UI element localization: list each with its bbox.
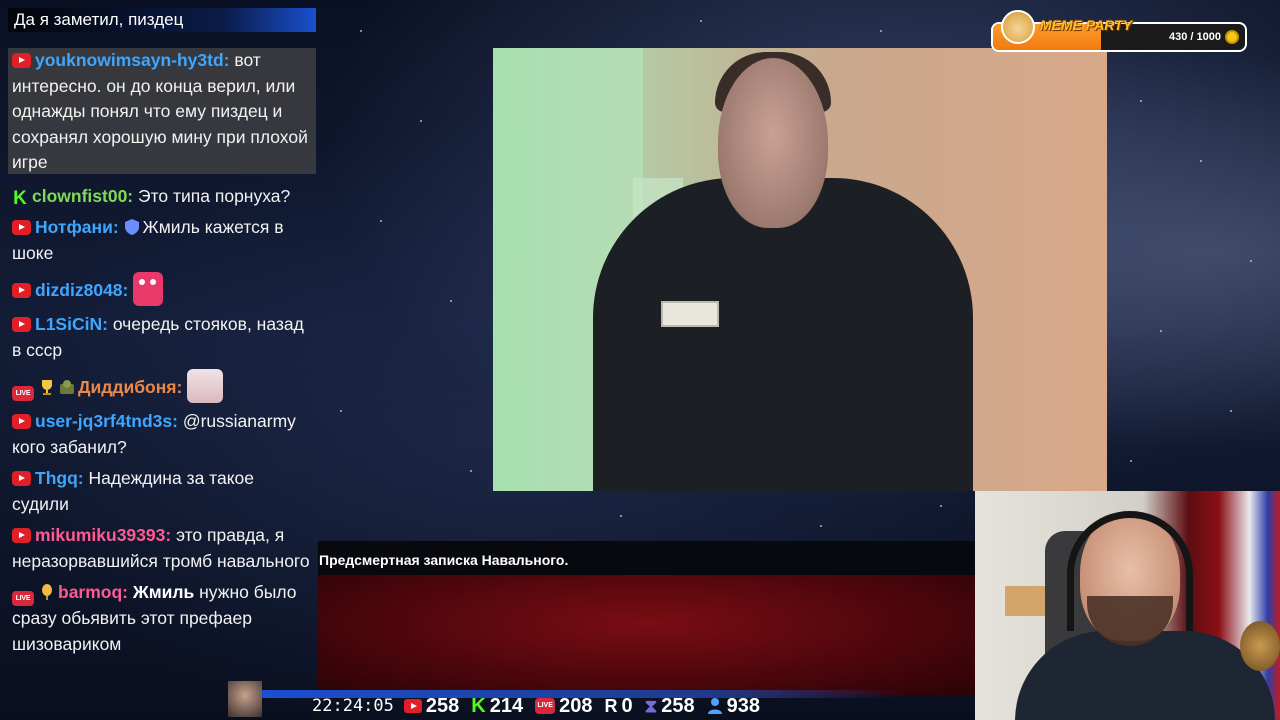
meme-party-progress: 430 / 1000 [1169, 31, 1221, 43]
youtube-icon [12, 528, 31, 543]
vklive-viewers: LIVE 208 [535, 695, 592, 718]
coin-icon [1225, 30, 1239, 44]
rutube-viewers: R0 [604, 695, 632, 718]
chat-username: Нотфани: [35, 217, 119, 237]
chat-message: L1SiCiN: очередь стояков, назад в ссср [12, 312, 316, 363]
twitch-icon: ⧗ [644, 695, 658, 716]
chat-message: LIVE barmoq: Жмиль нужно было сразу обьяв… [12, 580, 316, 657]
youtube-icon [12, 471, 31, 486]
twitch-viewers: ⧗ 258 [645, 695, 695, 718]
chat-mention: Жмиль [132, 582, 195, 602]
soldier-icon [60, 380, 74, 394]
youtube-icon [12, 414, 31, 429]
chat-username: barmoq: [58, 582, 128, 602]
person-icon [707, 698, 722, 714]
rutube-viewer-count: 0 [621, 694, 633, 717]
chat-text: Это типа порнуха? [138, 185, 291, 206]
chat-panel: Да я заметил, пиздец youknowimsayn-hy3td… [8, 8, 318, 720]
main-video-frame [493, 48, 1107, 491]
chat-top-message: Да я заметил, пиздец [8, 8, 316, 32]
total-viewer-count: 938 [726, 694, 760, 717]
kick-icon: K [13, 187, 27, 209]
youtube-icon [12, 53, 31, 68]
rutube-icon: R [604, 695, 618, 716]
vklive-viewer-count: 208 [559, 694, 593, 717]
video-person-head [718, 58, 828, 228]
red-decor-band [318, 575, 978, 695]
doge-icon [1001, 10, 1035, 44]
chat-username: user-jq3rf4tnd3s: [35, 411, 178, 431]
youtube-icon [12, 283, 31, 298]
twitch-viewer-count: 258 [661, 694, 695, 717]
total-viewers: 938 [707, 695, 760, 718]
kick-icon: K [471, 694, 486, 717]
headphones-icon [1067, 511, 1193, 631]
vklive-icon: LIVE [535, 698, 556, 714]
chat-username: L1SiCiN: [35, 314, 108, 334]
cup-icon [42, 380, 52, 395]
clock: 22:24:05 [312, 696, 394, 716]
youtube-icon [403, 699, 422, 713]
avatar [228, 681, 262, 717]
video-caption: Предсмертная записка Навального. [318, 541, 975, 575]
vklive-icon: LIVE [12, 386, 34, 401]
chat-message-list: youknowimsayn-hy3td: вот интересно. он д… [12, 48, 316, 663]
globe-decor [1240, 621, 1280, 671]
shield-icon [124, 219, 139, 235]
balloon-icon [42, 584, 52, 600]
chat-username: youknowimsayn-hy3td: [35, 50, 230, 70]
viewer-stats-bar: 22:24:05 258 K 214 LIVE 208 R0 ⧗ 258 938 [312, 694, 772, 718]
chat-message: mikumiku39393: это правда, я неразорвавш… [12, 523, 316, 574]
youtube-icon [12, 317, 31, 332]
chat-username: Диддибоня: [78, 377, 183, 397]
chat-username: mikumiku39393: [35, 525, 172, 545]
kick-viewer-count: 214 [489, 694, 524, 717]
meme-party-title: MEME PARTY [1040, 17, 1133, 33]
chat-message: Нотфани: Жмиль кажется в шоке [12, 215, 316, 266]
chat-message: LIVE Диддибоня: [12, 369, 316, 403]
chat-message: Thgq: Надеждина за такое судили [12, 466, 316, 517]
vklive-icon: LIVE [12, 591, 34, 606]
cat-emote [187, 369, 224, 403]
chat-username: Thgq: [35, 468, 84, 488]
chat-message: dizdiz8048: [12, 272, 316, 306]
youtube-icon [12, 220, 31, 235]
chat-message: youknowimsayn-hy3td: вот интересно. он д… [12, 48, 316, 176]
monster-emote [133, 272, 164, 306]
youtube-viewers: 258 [403, 694, 460, 718]
video-name-patch [661, 301, 719, 327]
chat-username: dizdiz8048: [35, 280, 129, 300]
chat-username: clownfist00: [32, 185, 134, 206]
kick-viewers: K 214 [471, 695, 523, 718]
chat-message: user-jq3rf4tnd3s: @russianarmy кого заба… [12, 409, 316, 460]
streamer-webcam [975, 491, 1280, 720]
youtube-viewer-count: 258 [425, 694, 460, 717]
meme-party-widget: MEME PARTY 430 / 1000 [991, 10, 1247, 52]
chat-message: Kclownfist00: Это типа порнуха? [12, 184, 316, 210]
